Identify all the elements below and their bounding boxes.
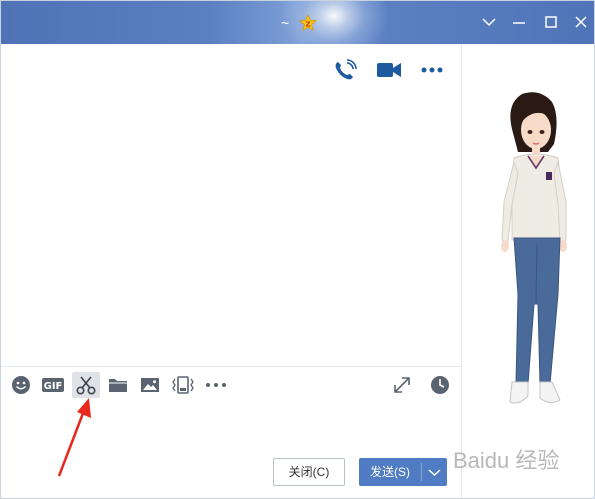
close-button[interactable]: 关闭(C) [273, 458, 345, 486]
message-history-area[interactable] [1, 44, 462, 366]
gif-icon[interactable]: GIF [41, 374, 65, 396]
chevron-down-icon[interactable] [479, 12, 499, 32]
maximize-icon[interactable] [541, 12, 561, 32]
chat-window: ~ Z GIF 关闭(C) 发送(S) Baidu 经验 [0, 0, 595, 499]
image-icon[interactable] [139, 374, 161, 396]
shake-window-icon[interactable] [171, 374, 194, 396]
toolbar-divider [1, 366, 461, 367]
video-call-icon[interactable] [376, 59, 402, 81]
expand-icon[interactable] [391, 374, 413, 396]
baidu-watermark: Baidu 经验 [453, 441, 593, 481]
avatar-figure [501, 92, 567, 404]
more-icon[interactable] [204, 374, 228, 396]
annotation-arrow-icon [57, 398, 91, 477]
title-bar[interactable]: ~ Z [1, 1, 594, 61]
scissors-icon[interactable] [72, 372, 100, 398]
gif-label: GIF [44, 381, 63, 392]
history-icon[interactable] [429, 374, 451, 396]
watermark-text: Baidu 经验 [453, 448, 560, 473]
minimize-icon[interactable] [509, 12, 529, 32]
folder-icon[interactable] [107, 374, 129, 396]
emoji-icon[interactable] [10, 374, 32, 396]
window-title: ~ [281, 15, 290, 31]
svg-text:Z: Z [305, 21, 310, 29]
send-options-chevron-icon[interactable] [422, 458, 447, 486]
send-button[interactable]: 发送(S) [359, 458, 421, 486]
close-icon[interactable] [571, 12, 591, 32]
qq-show-avatar-panel [462, 44, 594, 498]
voice-call-icon[interactable] [332, 59, 358, 81]
more-icon[interactable] [419, 59, 445, 81]
qq-star-badge-icon: Z [299, 13, 317, 32]
send-button-group[interactable]: 发送(S) [359, 458, 447, 486]
